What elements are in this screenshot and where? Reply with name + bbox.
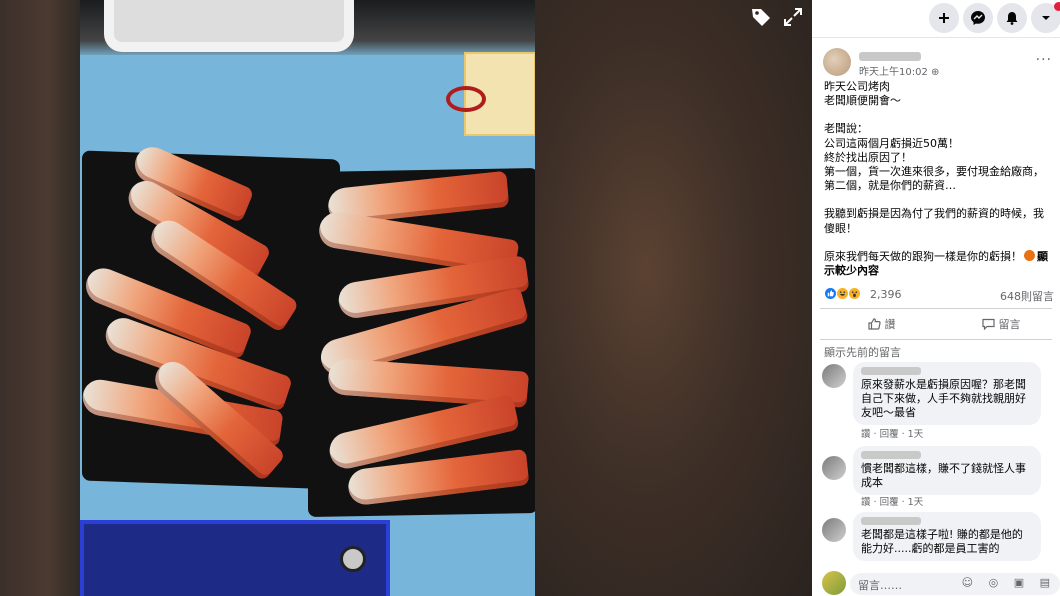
photo-chair <box>104 0 354 52</box>
comment-item: 慣老闆都這樣，賺不了錢就怪人事成本 讚 · 回覆 · 1天 <box>812 446 1060 516</box>
comment-bubble: 老闆都是這樣子啦! 賺的都是他的能力好.....虧的都是員工害的 <box>853 512 1041 562</box>
comment-input[interactable]: 留言…… ☺ ◎ ▣ ▤ <box>850 573 1060 595</box>
composer-icons[interactable]: ☺ ◎ ▣ ▤ <box>962 576 1056 589</box>
post-line: 原來我們每天做的跟狗一樣是你的虧損！ <box>824 249 1022 263</box>
commenter-avatar[interactable] <box>822 518 846 543</box>
top-navigation <box>812 0 1060 38</box>
post-line: 第二個，就是你們的薪資… <box>824 179 956 193</box>
commenter-name-blurred[interactable] <box>861 517 921 526</box>
author-avatar[interactable] <box>823 48 851 76</box>
shrimp-tray-left <box>80 141 340 490</box>
angry-emoji-icon <box>1024 249 1035 261</box>
post-meta: 昨天上午10:02 ⊕ <box>859 63 939 78</box>
chevron-down-icon[interactable] <box>1031 2 1060 33</box>
like-label: 讚 <box>884 318 896 332</box>
wow-reaction-icon[interactable] <box>848 287 861 301</box>
viewer-avatar <box>822 571 846 595</box>
comment-reply-link[interactable]: 回覆 <box>880 429 899 440</box>
view-previous-comments[interactable]: 顯示先前的留言 <box>812 340 1060 362</box>
post-options-icon[interactable]: ··· <box>1036 52 1052 68</box>
comment-text: 老闆都是這樣子啦! 賺的都是他的能力好.....虧的都是員工害的 <box>861 528 1023 556</box>
blurred-background-right <box>535 0 812 596</box>
post-text: 昨天公司烤肉 老闆順便開會～ 老闆說： 公司這兩個月虧損近50萬！ 終於找出原因… <box>812 80 1060 278</box>
commenter-name-blurred[interactable] <box>861 451 921 460</box>
comment-like-link[interactable]: 讚 <box>861 429 871 440</box>
commenter-avatar[interactable] <box>822 364 846 389</box>
post-side-panel: 昨天上午10:02 ⊕ ··· 昨天公司烤肉 老闆順便開會～ 老闆說： 公司這兩… <box>812 0 1060 596</box>
comment-bubble: 慣老闆都這樣，賺不了錢就怪人事成本 <box>853 446 1041 496</box>
post-line: 第一個，貨一次進來很多，要付現金給廠商， <box>824 165 1044 179</box>
comment-meta: 讚 · 回覆 · 1天 <box>861 429 924 441</box>
comment-meta: 讚 · 回覆 · 1天 <box>861 497 924 509</box>
post-timestamp[interactable]: 昨天上午10:02 <box>859 67 928 78</box>
messenger-icon[interactable] <box>963 3 993 33</box>
comment-time[interactable]: 1天 <box>908 497 924 508</box>
photo-blue-case <box>80 520 390 596</box>
comment-time[interactable]: 1天 <box>908 429 924 440</box>
post-line: 我聽到虧損是因為付了我們的薪資的時候，我傻眼！ <box>824 207 1044 235</box>
reactions-bar: 2,396 648則留言 <box>812 282 1060 308</box>
comment-button[interactable]: 留言 <box>982 316 1021 332</box>
notification-badge <box>1054 2 1060 11</box>
post-photo[interactable] <box>80 0 535 596</box>
comment-item: 老闆都是這樣子啦! 賺的都是他的能力好.....虧的都是員工害的 <box>812 512 1060 562</box>
expand-icon[interactable] <box>782 6 804 33</box>
plus-icon[interactable] <box>929 3 959 33</box>
comment-composer: 留言…… ☺ ◎ ▣ ▤ <box>812 570 1060 596</box>
shrimp-tray-right <box>308 167 535 518</box>
reaction-count[interactable]: 2,396 <box>870 288 902 301</box>
bell-icon[interactable] <box>997 3 1027 33</box>
comment-item: 原來發薪水是虧損原因喔？那老闆自己下來做，人手不夠就找親朋好友吧～最省 讚 · … <box>812 362 1060 454</box>
comment-reply-link[interactable]: 回覆 <box>880 497 899 508</box>
comment-text: 慣老闆都這樣，賺不了錢就怪人事成本 <box>861 462 1026 490</box>
comment-like-link[interactable]: 讚 <box>861 497 871 508</box>
post-line: 公司這兩個月虧損近50萬！ <box>824 136 959 150</box>
post-line: 老闆順便開會～ <box>824 94 901 108</box>
comment-count[interactable]: 648則留言 <box>1000 288 1054 304</box>
photo-phone <box>446 52 535 136</box>
author-name-blurred[interactable] <box>859 52 921 61</box>
like-button[interactable]: 讚 <box>868 316 896 332</box>
commenter-name-blurred[interactable] <box>861 367 921 376</box>
tag-icon[interactable] <box>750 6 772 33</box>
globe-icon: ⊕ <box>931 67 940 78</box>
post-line: 終於找出原因了！ <box>824 150 912 164</box>
comment-input-placeholder: 留言…… <box>858 579 902 592</box>
comment-text: 原來發薪水是虧損原因喔？那老闆自己下來做，人手不夠就找親朋好友吧～最省 <box>861 378 1026 420</box>
blurred-background-left <box>0 0 80 596</box>
comment-label: 留言 <box>998 318 1021 332</box>
commenter-avatar[interactable] <box>822 456 846 481</box>
photo-viewer <box>0 0 812 596</box>
post-actions: 讚 留言 <box>820 308 1052 341</box>
post-line: 昨天公司烤肉 <box>824 80 890 93</box>
comment-bubble: 原來發薪水是虧損原因喔？那老闆自己下來做，人手不夠就找親朋好友吧～最省 <box>853 362 1041 426</box>
post-line: 老闆說： <box>824 122 868 136</box>
post-header: 昨天上午10:02 ⊕ ··· <box>812 38 1060 80</box>
